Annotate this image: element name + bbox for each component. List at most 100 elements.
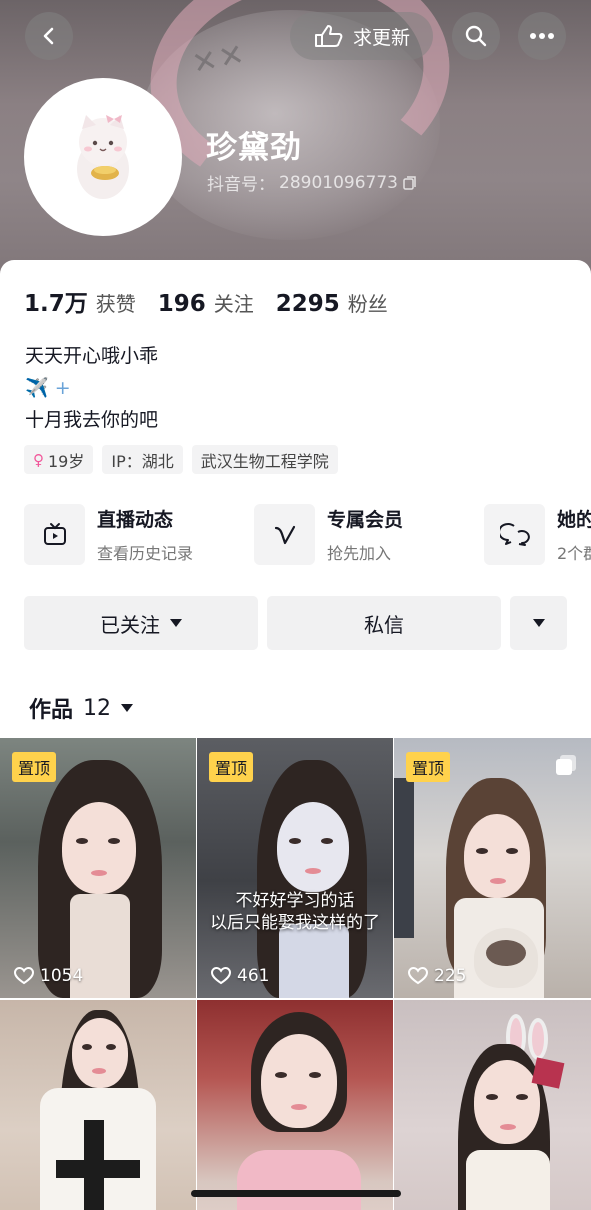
video-thumbnail[interactable]: 置顶 不好好学习的话 以后只能娶我这样的了 461 bbox=[197, 738, 393, 998]
thumb-eye bbox=[486, 1094, 498, 1100]
bio: 天天开心哦小乖 ✈️ + 十月我去你的吧 bbox=[25, 340, 158, 436]
thumb-eye bbox=[309, 1072, 321, 1078]
video-thumbnail[interactable] bbox=[394, 1000, 591, 1210]
ip-label: IP：湖北 bbox=[111, 451, 174, 471]
live-history-title: 直播动态 bbox=[97, 509, 174, 531]
douyin-id-row[interactable]: 抖音号： 28901096773 bbox=[207, 170, 418, 195]
message-button[interactable]: 私信 bbox=[267, 596, 501, 650]
thumb-butterfly-poster bbox=[531, 1057, 565, 1089]
thumb-eye bbox=[275, 1072, 287, 1078]
pinned-badge: 置顶 bbox=[209, 752, 254, 782]
thumb-face bbox=[261, 1034, 337, 1128]
likes-label: 获赞 bbox=[95, 292, 136, 316]
followers-count[interactable]: 2295 bbox=[276, 291, 340, 317]
pinned-badge: 置顶 bbox=[12, 752, 57, 782]
multi-image-icon bbox=[556, 755, 576, 775]
followers-label[interactable]: 粉丝 bbox=[348, 288, 388, 317]
stats-row: 1.7万 获赞 196 关注 2295 粉丝 bbox=[24, 284, 410, 318]
heart-outline-icon bbox=[408, 967, 428, 985]
thumb-lip bbox=[305, 868, 321, 874]
thumb-body bbox=[466, 1150, 550, 1210]
search-button[interactable] bbox=[452, 12, 500, 60]
thumb-cross-pattern bbox=[56, 1160, 140, 1178]
thumb-point-icon bbox=[314, 25, 343, 47]
group-chat-title: 她的群 bbox=[557, 509, 591, 531]
search-icon bbox=[465, 25, 487, 47]
video-likes: 225 bbox=[408, 966, 466, 986]
thumb-eye bbox=[76, 838, 88, 844]
video-thumbnail[interactable] bbox=[197, 1000, 393, 1210]
video-thumbnail[interactable]: 置顶 225 bbox=[394, 738, 591, 998]
video-likes-count: 461 bbox=[237, 966, 270, 986]
thumb-eye bbox=[506, 848, 518, 854]
thumb-face bbox=[277, 802, 349, 892]
avatar-cat-image bbox=[77, 115, 129, 199]
live-history-entry[interactable]: 直播动态 查看历史记录 bbox=[24, 504, 254, 565]
copy-icon[interactable] bbox=[402, 175, 418, 191]
request-update-button[interactable]: 求更新 bbox=[290, 12, 433, 60]
bio-line-1: 天天开心哦小乖 bbox=[25, 345, 159, 367]
followed-label: 已关注 bbox=[100, 612, 160, 637]
bio-line-3: 十月我去你的吧 bbox=[25, 409, 159, 431]
thumb-eye bbox=[108, 838, 120, 844]
chevron-left-icon bbox=[43, 27, 54, 45]
group-chat-entry[interactable]: 她的群 2个群聊 bbox=[484, 504, 591, 565]
thumb-eye bbox=[321, 838, 333, 844]
membership-entry[interactable]: 专属会员 抢先加入 bbox=[254, 504, 484, 565]
thumb-lip bbox=[490, 878, 506, 884]
caret-down-icon bbox=[121, 704, 134, 712]
thumb-lip bbox=[92, 1068, 106, 1074]
message-label: 私信 bbox=[364, 612, 404, 637]
membership-title: 专属会员 bbox=[327, 509, 404, 531]
thumb-cat-mask bbox=[486, 940, 526, 966]
thumb-face bbox=[62, 802, 136, 894]
recommend-dropdown-button[interactable] bbox=[510, 596, 567, 650]
ip-tag: IP：湖北 bbox=[102, 445, 183, 474]
thumb-bunny-ear bbox=[528, 1018, 548, 1060]
thumb-lip bbox=[91, 870, 107, 876]
more-dots-icon bbox=[530, 33, 554, 39]
bio-line-2: ✈️ + bbox=[25, 377, 71, 399]
age-label: 19岁 bbox=[48, 451, 85, 471]
video-caption: 不好好学习的话 以后只能娶我这样的了 bbox=[210, 891, 380, 933]
heart-outline-icon bbox=[14, 967, 34, 985]
profile-tags: ♀ 19岁 IP：湖北 武汉生物工程学院 bbox=[24, 445, 338, 474]
video-likes-count: 1054 bbox=[40, 966, 84, 986]
tv-icon bbox=[43, 522, 66, 545]
v-icon bbox=[274, 525, 295, 544]
avatar[interactable] bbox=[24, 78, 182, 236]
action-buttons: 已关注 私信 bbox=[24, 596, 567, 650]
school-tag[interactable]: 武汉生物工程学院 bbox=[191, 445, 338, 474]
pinned-badge: 置顶 bbox=[406, 752, 451, 782]
following-count[interactable]: 196 bbox=[158, 291, 206, 317]
age-tag: ♀ 19岁 bbox=[24, 445, 94, 474]
works-tab[interactable]: 作品 12 bbox=[29, 692, 134, 724]
thumb-eye bbox=[476, 848, 488, 854]
following-label[interactable]: 关注 bbox=[214, 288, 254, 317]
douyin-id-value: 28901096773 bbox=[279, 172, 398, 193]
thumb-eye bbox=[106, 1044, 116, 1050]
thumb-body bbox=[279, 924, 349, 998]
back-button[interactable] bbox=[25, 12, 73, 60]
caret-down-icon bbox=[170, 619, 182, 627]
school-label: 武汉生物工程学院 bbox=[200, 451, 329, 471]
video-thumbnail[interactable] bbox=[0, 1000, 196, 1210]
video-thumbnail[interactable]: 置顶 1054 bbox=[0, 738, 196, 998]
home-indicator[interactable] bbox=[191, 1190, 401, 1197]
more-button[interactable] bbox=[518, 12, 566, 60]
thumb-lip bbox=[500, 1124, 516, 1130]
group-chat-sub: 2个群聊 bbox=[557, 544, 591, 563]
heart-outline-icon bbox=[211, 967, 231, 985]
video-grid: 置顶 1054 置顶 不好好学习的话 以后只能娶我这样的了 461 置顶 225 bbox=[0, 738, 591, 1210]
profile-page: ✕✕ 求更新 珍黛劲 抖音号： 28901096773 1.7万 获赞 196 … bbox=[0, 0, 591, 1210]
caret-down-icon bbox=[532, 619, 545, 627]
thumb-face bbox=[474, 1060, 540, 1144]
live-history-sub: 查看历史记录 bbox=[97, 544, 194, 563]
thumb-face bbox=[72, 1018, 128, 1088]
likes-count: 1.7万 bbox=[24, 291, 88, 317]
thumb-lip bbox=[291, 1104, 307, 1110]
works-label: 作品 bbox=[29, 698, 74, 723]
followed-button[interactable]: 已关注 bbox=[24, 596, 258, 650]
thumb-eye bbox=[82, 1044, 92, 1050]
thumb-body bbox=[237, 1150, 361, 1210]
